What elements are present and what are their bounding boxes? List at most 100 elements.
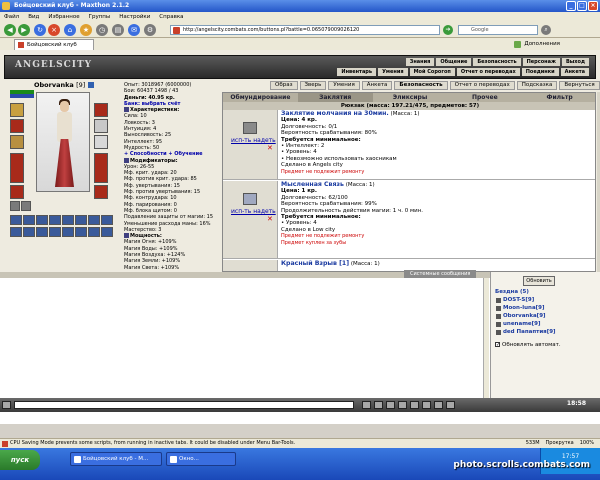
sound-icon[interactable] xyxy=(422,401,431,409)
nav-exit[interactable]: Выход xyxy=(561,58,589,66)
online-user[interactable]: ded Папаптия[9] xyxy=(495,328,599,336)
belt-slot[interactable] xyxy=(10,185,24,199)
spell-slot-7[interactable] xyxy=(88,215,100,225)
menu-favorites[interactable]: Избранное xyxy=(48,12,79,22)
spell-slot-14[interactable] xyxy=(75,227,87,237)
tools-icon[interactable]: ⚙ xyxy=(144,24,156,36)
addons-button[interactable]: Дополнения xyxy=(514,39,560,49)
menu-view[interactable]: Вид xyxy=(28,12,39,22)
taskbar-item[interactable]: Бойцовский клуб - M... xyxy=(70,452,162,466)
subnav-profile[interactable]: Анкета xyxy=(361,81,393,90)
spell-slot-3[interactable] xyxy=(36,215,48,225)
chat-scrollbar[interactable] xyxy=(483,278,489,398)
home-icon[interactable]: ⌂ xyxy=(64,24,76,36)
nav-inventory[interactable]: Инвентарь xyxy=(337,68,377,76)
character-name[interactable]: Oborvanka [9] xyxy=(34,81,94,89)
zoom-level[interactable]: 100% xyxy=(580,439,594,448)
spell-slot-8[interactable] xyxy=(101,215,113,225)
nav-skills[interactable]: Умения xyxy=(378,68,408,76)
spell-slot-12[interactable] xyxy=(49,227,61,237)
spell-slot-10[interactable] xyxy=(23,227,35,237)
back-arrow-icon[interactable]: ◀ xyxy=(4,24,16,36)
filter-icon[interactable] xyxy=(398,401,407,409)
nav-chat[interactable]: Общение xyxy=(436,58,472,66)
subnav-security[interactable]: Безопасность xyxy=(394,81,448,90)
taskbar-item[interactable]: Окно... xyxy=(166,452,236,466)
spell-slot-13[interactable] xyxy=(62,227,74,237)
menu-file[interactable]: Файл xyxy=(4,12,19,22)
menu-help[interactable]: Справка xyxy=(159,12,183,22)
subnav-return[interactable]: Вернуться xyxy=(559,81,600,90)
search-input[interactable]: Google xyxy=(458,25,538,35)
online-user[interactable]: DOST-S[9] xyxy=(495,296,599,304)
weapon-slot[interactable] xyxy=(10,135,24,149)
shield-slot[interactable] xyxy=(94,135,108,149)
item-name[interactable]: Мысленная Связь xyxy=(281,181,344,188)
print-icon[interactable]: ▤ xyxy=(112,24,124,36)
nav-transfer-report[interactable]: Отчет о переводах xyxy=(456,68,520,76)
online-user[interactable]: Moon-luna[9] xyxy=(495,304,599,312)
maximize-button[interactable]: □ xyxy=(577,1,587,11)
spell-slot-9[interactable] xyxy=(10,227,22,237)
send-icon[interactable] xyxy=(362,401,371,409)
ring-slot-2[interactable] xyxy=(21,201,31,211)
leggings-slot[interactable] xyxy=(94,153,108,183)
subnav-transfer-report[interactable]: Отчет о переводах xyxy=(449,81,515,90)
search-icon[interactable]: ⌕ xyxy=(541,25,551,35)
clear-icon[interactable] xyxy=(374,401,383,409)
tab-elixirs[interactable]: Эликсиры xyxy=(373,93,448,102)
delete-icon[interactable]: ✕ xyxy=(267,215,273,223)
menu-groups[interactable]: Группы xyxy=(89,12,111,22)
translit-icon[interactable] xyxy=(410,401,419,409)
mail-icon[interactable]: ✉ xyxy=(128,24,140,36)
spell-slot-6[interactable] xyxy=(75,215,87,225)
address-bar[interactable]: http://angelscity.combats.com/buttons.pl… xyxy=(170,25,440,35)
info-icon[interactable] xyxy=(87,82,94,88)
delete-icon[interactable]: ✕ xyxy=(267,144,273,152)
tab-spells[interactable]: Заклятия xyxy=(297,93,373,102)
stop-icon[interactable]: × xyxy=(48,24,60,36)
online-user[interactable]: unename[9] xyxy=(495,320,599,328)
minimize-button[interactable]: _ xyxy=(566,1,576,11)
tab-filter[interactable]: Фильтр xyxy=(522,93,595,102)
subnav-skills[interactable]: Умения xyxy=(328,81,360,90)
item-name[interactable]: Красный Взрыв [1] xyxy=(281,260,349,267)
subnav-pet[interactable]: Зверь xyxy=(299,81,327,90)
spell-slot-4[interactable] xyxy=(49,215,61,225)
chat-input[interactable] xyxy=(14,401,354,409)
ring-slot-1[interactable] xyxy=(10,201,20,211)
boots-slot[interactable] xyxy=(94,185,108,199)
smiles-icon[interactable] xyxy=(386,401,395,409)
exit-icon[interactable] xyxy=(446,401,455,409)
spell-slot-1[interactable] xyxy=(10,215,22,225)
spell-slot-2[interactable] xyxy=(23,215,35,225)
gloves-slot[interactable] xyxy=(94,119,108,133)
spell-slot-16[interactable] xyxy=(101,227,113,237)
earrings-slot[interactable] xyxy=(94,103,108,117)
refresh-button[interactable]: Обновить xyxy=(523,276,555,286)
armor-slot[interactable] xyxy=(10,153,24,183)
menu-settings[interactable]: Настройки xyxy=(119,12,150,22)
item-name[interactable]: Заклятие молчания на 30мин. xyxy=(281,110,389,117)
nav-fights[interactable]: Поединки xyxy=(521,68,559,76)
favorites-icon[interactable]: ★ xyxy=(80,24,92,36)
auto-refresh-checkbox[interactable]: ✓ xyxy=(495,342,500,348)
online-user[interactable]: Oborvanka[9] xyxy=(495,312,599,320)
subnav-hint[interactable]: Подсказка xyxy=(516,81,558,90)
nav-profile[interactable]: Анкета xyxy=(560,68,589,76)
auto-refresh-toggle[interactable]: ✓ Обновлять автомат. xyxy=(495,342,561,348)
chat-menu-icon[interactable] xyxy=(2,401,11,409)
spell-slot-5[interactable] xyxy=(62,215,74,225)
tab-equipment[interactable]: Обмундирование xyxy=(223,93,298,102)
system-messages-tab[interactable]: Системные сообщения xyxy=(404,270,477,278)
nav-character[interactable]: Персонаж xyxy=(522,58,560,66)
close-button[interactable]: × xyxy=(588,1,598,11)
settings-icon[interactable] xyxy=(434,401,443,409)
start-button[interactable]: пуск xyxy=(0,450,40,470)
necklace-slot[interactable] xyxy=(10,119,24,133)
tab-other[interactable]: Прочее xyxy=(447,93,522,102)
history-icon[interactable]: ◷ xyxy=(96,24,108,36)
go-arrow-icon[interactable]: ➔ xyxy=(443,25,453,35)
refresh-icon[interactable]: ↻ xyxy=(34,24,46,36)
scroll-toggle[interactable]: Прокрутка xyxy=(546,439,574,448)
